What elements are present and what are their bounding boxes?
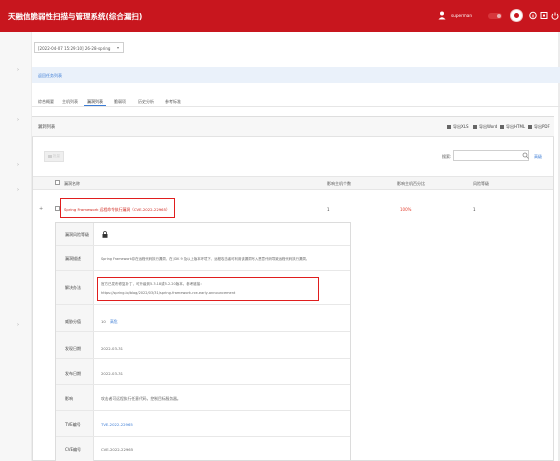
sidebar-expand-icon[interactable]: › bbox=[17, 187, 19, 193]
chevron-down-icon: ▾ bbox=[117, 45, 120, 50]
advanced-search-link[interactable]: 高级 bbox=[534, 154, 542, 160]
badge-dot-icon bbox=[497, 14, 501, 18]
tab-weak-items[interactable]: 脆弱项 bbox=[114, 99, 126, 105]
batch-button-label: 批量 bbox=[53, 154, 60, 158]
detail-value-publish-date: 2022-03-31 bbox=[101, 371, 124, 376]
column-header-host-count[interactable]: 影响主机个数 bbox=[327, 181, 351, 187]
xls-icon bbox=[447, 125, 451, 129]
export-html-button[interactable]: 导出HTML bbox=[500, 124, 525, 130]
sidebar-expand-icon[interactable]: › bbox=[17, 322, 19, 328]
detail-divider bbox=[56, 384, 350, 385]
batch-icon bbox=[48, 155, 52, 158]
tab-overview[interactable]: 综合概要 bbox=[38, 99, 54, 105]
sidebar-expand-icon[interactable]: › bbox=[17, 162, 19, 168]
risk-cell: 1 bbox=[473, 207, 476, 212]
detail-value-description: Spring Framework存在远程代码执行漏洞，在 JDK 9 及以上版本… bbox=[101, 257, 310, 261]
detail-divider bbox=[56, 331, 350, 332]
tabs-divider bbox=[32, 106, 560, 107]
column-header-name[interactable]: 漏洞名称 bbox=[64, 181, 80, 187]
lock-icon bbox=[102, 231, 108, 238]
detail-label-cve-id: CVE编号 bbox=[65, 447, 82, 452]
avatar-logo[interactable] bbox=[510, 9, 523, 22]
highlight-box-solution bbox=[97, 277, 319, 301]
detail-label-impact: 影响 bbox=[65, 396, 73, 401]
detail-divider bbox=[56, 410, 350, 411]
detail-label-solution: 解决办法 bbox=[65, 285, 81, 290]
breadcrumb-bar bbox=[32, 67, 560, 83]
detail-value-tve-id[interactable]: TVE-2022-22965 bbox=[101, 422, 133, 427]
tab-history[interactable]: 历史分析 bbox=[138, 99, 154, 105]
task-select[interactable]: [2022-04-07 15:29:10] 26-28-spring bbox=[34, 42, 124, 53]
detail-divider bbox=[56, 270, 350, 271]
select-all-checkbox[interactable] bbox=[55, 180, 60, 185]
pdf-icon bbox=[528, 125, 532, 129]
sidebar-collapse-icon[interactable]: › bbox=[17, 67, 19, 73]
highlight-box-vuln-name bbox=[60, 198, 175, 218]
detail-divider bbox=[56, 358, 350, 359]
export-html-label: 导出HTML bbox=[506, 124, 526, 129]
host-percent-cell: 100% bbox=[400, 207, 412, 212]
word-icon bbox=[473, 125, 477, 129]
column-header-risk[interactable]: 风险等级 bbox=[473, 181, 489, 187]
detail-value-found-date: 2022-03-31 bbox=[101, 346, 124, 351]
export-xls-label: 导出XLS bbox=[453, 124, 469, 129]
row-expand-toggle[interactable]: + bbox=[39, 206, 43, 212]
export-word-label: 导出Word bbox=[479, 124, 498, 129]
detail-divider bbox=[56, 304, 350, 305]
tab-hosts[interactable]: 主机列表 bbox=[62, 99, 78, 105]
search-input[interactable] bbox=[453, 150, 529, 161]
detail-label-publish-date: 发布日期 bbox=[65, 371, 81, 376]
html-icon bbox=[500, 125, 504, 129]
detail-value-score: 10 bbox=[101, 319, 106, 324]
detail-score-link[interactable]: 高危 bbox=[110, 319, 118, 325]
back-to-task-list-link[interactable]: 返回任务列表 bbox=[38, 73, 62, 79]
column-header-host-percent[interactable]: 影响主机百分比 bbox=[397, 181, 425, 187]
detail-label-risk-level: 漏洞风险等级 bbox=[65, 232, 89, 237]
host-count-cell: 1 bbox=[327, 207, 330, 212]
detail-divider bbox=[56, 436, 350, 437]
export-word-button[interactable]: 导出Word bbox=[473, 124, 497, 130]
logout-icon[interactable] bbox=[551, 11, 559, 20]
export-pdf-button[interactable]: 导出PDF bbox=[528, 124, 550, 130]
user-icon bbox=[438, 11, 446, 20]
detail-label-description: 漏洞描述 bbox=[65, 256, 81, 261]
panel-title: 漏洞列表 bbox=[38, 125, 56, 130]
sidebar bbox=[0, 32, 32, 461]
search-icon[interactable] bbox=[522, 152, 529, 159]
export-xls-button[interactable]: 导出XLS bbox=[447, 124, 469, 130]
detail-divider bbox=[56, 245, 350, 246]
detail-label-tve-id: TVE编号 bbox=[65, 422, 81, 427]
detail-value-cve-id: CVE-2022-22965 bbox=[101, 447, 134, 452]
sidebar-expand-icon[interactable]: › bbox=[17, 117, 19, 123]
tab-standards[interactable]: 参考标准 bbox=[165, 99, 181, 105]
settings-icon[interactable] bbox=[540, 11, 548, 20]
info-icon[interactable] bbox=[529, 11, 537, 20]
export-pdf-label: 导出PDF bbox=[534, 124, 550, 129]
detail-label-score: 威胁分值 bbox=[65, 319, 81, 324]
search-label: 搜索: bbox=[442, 154, 452, 159]
user-name[interactable]: superman bbox=[451, 13, 472, 18]
detail-value-impact: 攻击者可远程执行任意代码，控制目标服务器。 bbox=[101, 396, 181, 401]
app-title: 天融信脆弱性扫描与管理系统(综合漏扫) bbox=[8, 12, 143, 21]
detail-label-found-date: 发现日期 bbox=[65, 346, 81, 351]
